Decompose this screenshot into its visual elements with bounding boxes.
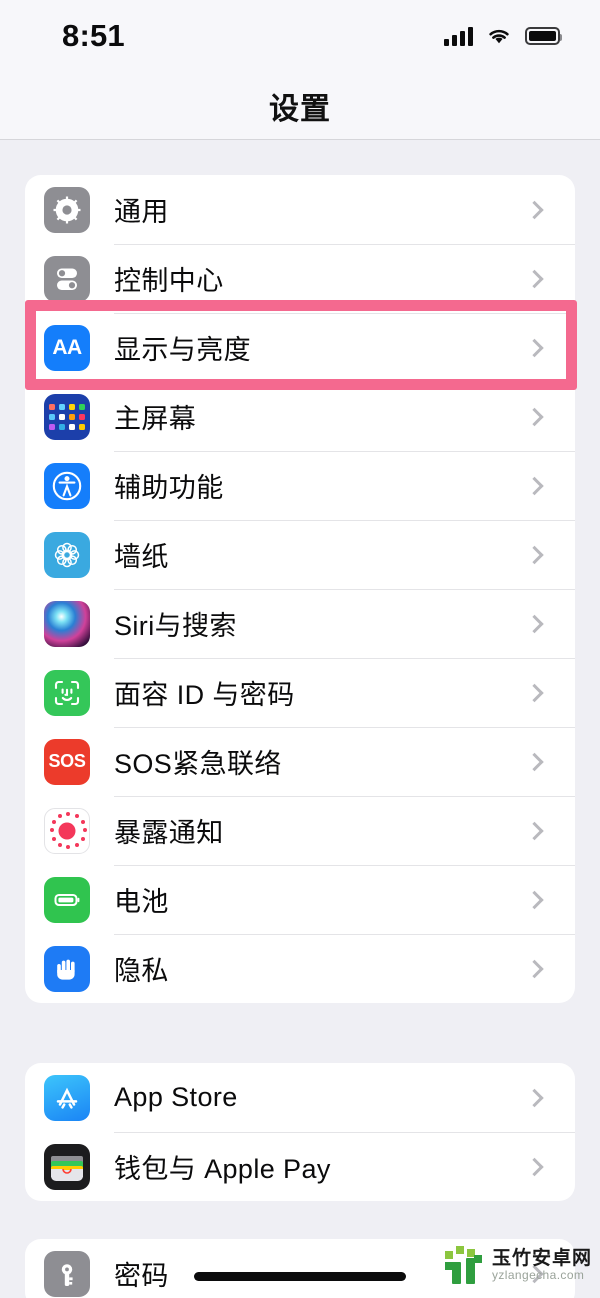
- settings-row-control-center[interactable]: 控制中心: [25, 244, 575, 313]
- settings-row-label: Siri与搜索: [114, 611, 237, 641]
- settings-row-exposure-notifications[interactable]: 暴露通知: [25, 796, 575, 865]
- control-center-icon: [44, 255, 90, 302]
- settings-group-store: App Store 钱包与 Apple Pay: [25, 1063, 575, 1201]
- chevron-right-icon: [525, 890, 544, 909]
- settings-list[interactable]: 通用 控制中心 AA 显示与亮度 主屏幕 辅助功能 墙纸 Siri与搜索 面容 …: [0, 141, 600, 1298]
- chevron-right-icon: [525, 821, 544, 840]
- cellular-signal-icon: [444, 26, 473, 46]
- settings-row-label: SOS紧急联络: [114, 749, 282, 779]
- wallet-icon: [44, 1143, 90, 1190]
- gear-icon: [44, 186, 90, 233]
- app-store-icon: [44, 1074, 90, 1121]
- chevron-right-icon: [525, 407, 544, 426]
- battery-icon: [44, 876, 90, 923]
- home-screen-icon: [44, 393, 90, 440]
- settings-row-label: 墙纸: [114, 542, 169, 572]
- chevron-right-icon: [525, 614, 544, 633]
- chevron-right-icon: [525, 752, 544, 771]
- chevron-right-icon: [525, 338, 544, 357]
- chevron-right-icon: [525, 1157, 544, 1176]
- chevron-right-icon: [525, 1088, 544, 1107]
- settings-row-home-screen[interactable]: 主屏幕: [25, 382, 575, 451]
- settings-row-label: App Store: [114, 1082, 238, 1112]
- settings-row-label: 隐私: [114, 956, 169, 986]
- chevron-right-icon: [525, 683, 544, 702]
- status-icons: [444, 26, 562, 46]
- navigation-bar: 设置: [0, 72, 600, 140]
- settings-row-emergency-sos[interactable]: SOS SOS紧急联络: [25, 727, 575, 796]
- chevron-right-icon: [525, 269, 544, 288]
- watermark-logo-icon: [443, 1244, 485, 1286]
- settings-row-label: 通用: [114, 197, 169, 227]
- display-brightness-icon: AA: [44, 324, 90, 371]
- chevron-right-icon: [525, 959, 544, 978]
- status-bar: 8:51: [0, 0, 600, 72]
- siri-icon: [44, 600, 90, 647]
- settings-row-privacy[interactable]: 隐私: [25, 934, 575, 1003]
- watermark-title: 玉竹安卓网: [491, 1247, 592, 1269]
- status-time: 8:51: [62, 18, 125, 53]
- chevron-right-icon: [525, 545, 544, 564]
- privacy-hand-icon: [44, 945, 90, 992]
- settings-row-label: 面容 ID 与密码: [114, 680, 295, 710]
- settings-row-display-brightness[interactable]: AA 显示与亮度: [25, 313, 575, 382]
- watermark: 玉竹安卓网 yzlangecha.com: [443, 1244, 592, 1286]
- chevron-right-icon: [525, 200, 544, 219]
- settings-row-accessibility[interactable]: 辅助功能: [25, 451, 575, 520]
- home-indicator-bar: [194, 1272, 406, 1281]
- battery-full-icon: [525, 27, 562, 45]
- settings-row-face-id-passcode[interactable]: 面容 ID 与密码: [25, 658, 575, 727]
- settings-row-label: 显示与亮度: [114, 335, 251, 365]
- page-title: 设置: [269, 92, 331, 126]
- settings-row-wallet-apple-pay[interactable]: 钱包与 Apple Pay: [25, 1132, 575, 1201]
- settings-row-general[interactable]: 通用: [25, 175, 575, 244]
- accessibility-icon: [44, 462, 90, 509]
- settings-row-label: 主屏幕: [114, 404, 197, 434]
- settings-row-label: 密码: [114, 1261, 169, 1291]
- sos-icon: SOS: [44, 738, 90, 785]
- face-id-icon: [44, 669, 90, 716]
- settings-row-wallpaper[interactable]: 墙纸: [25, 520, 575, 589]
- key-icon: [44, 1250, 90, 1297]
- exposure-notifications-icon: [44, 807, 90, 854]
- settings-row-label: 控制中心: [114, 266, 224, 296]
- wifi-icon: [489, 29, 509, 44]
- settings-row-app-store[interactable]: App Store: [25, 1063, 575, 1132]
- settings-row-label: 电池: [114, 887, 169, 917]
- watermark-url: yzlangecha.com: [491, 1267, 585, 1282]
- settings-row-label: 暴露通知: [114, 818, 224, 848]
- settings-row-label: 辅助功能: [114, 473, 224, 503]
- wallpaper-icon: [44, 531, 90, 578]
- settings-row-battery[interactable]: 电池: [25, 865, 575, 934]
- settings-group-system: 通用 控制中心 AA 显示与亮度 主屏幕 辅助功能 墙纸 Siri与搜索 面容 …: [25, 175, 575, 1003]
- settings-row-label: 钱包与 Apple Pay: [114, 1154, 331, 1184]
- settings-row-siri-search[interactable]: Siri与搜索: [25, 589, 575, 658]
- chevron-right-icon: [525, 476, 544, 495]
- settings-screen: 8:51 设置 通用 控制中心 AA 显示与亮度 主屏幕 辅助功能 墙纸 Sir…: [0, 0, 600, 1298]
